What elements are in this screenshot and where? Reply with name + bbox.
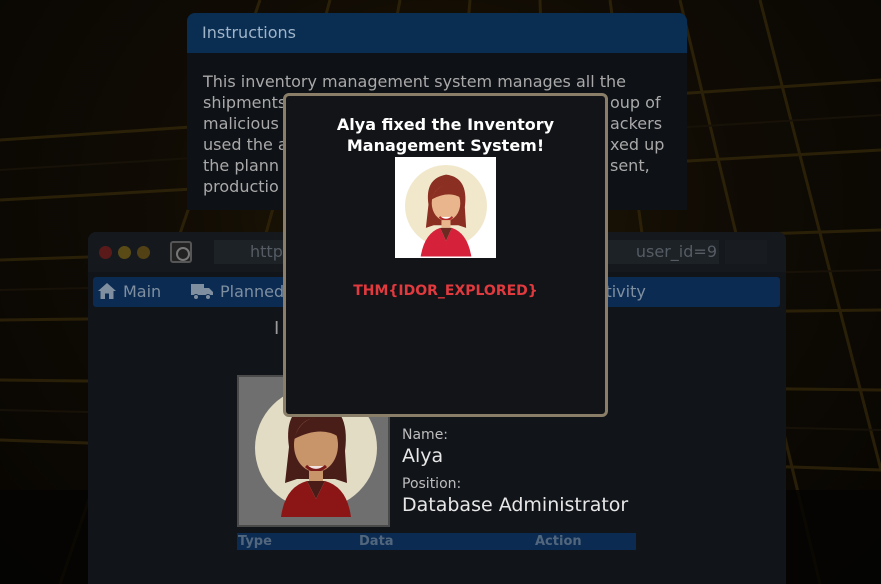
- instructions-line-2-end: oup of: [610, 93, 661, 112]
- modal-title: Alya fixed the Inventory Management Syste…: [336, 115, 555, 155]
- modal-avatar: [395, 157, 496, 258]
- page-title: I: [274, 318, 280, 339]
- nav-label-planned: Planned: [220, 282, 285, 301]
- address-bar-button[interactable]: [725, 240, 767, 264]
- instructions-line-2: shipments: [203, 93, 287, 112]
- site-favicon-icon: [170, 241, 192, 263]
- activity-table-header: Type Data Action: [237, 533, 636, 550]
- maximize-window-button[interactable]: [137, 246, 150, 259]
- modal-avatar-woman-icon: [420, 174, 472, 257]
- nav-item-planned[interactable]: Planned: [190, 277, 284, 307]
- column-header-data: Data: [359, 534, 394, 549]
- truck-icon: [191, 284, 213, 300]
- instructions-line-5-end: sent,: [610, 156, 650, 175]
- name-value: Alya: [402, 445, 444, 467]
- instructions-line-3: malicious: [203, 114, 279, 133]
- instructions-line-5: the plann: [203, 156, 280, 175]
- url-suffix: user_id=9: [635, 242, 717, 261]
- instructions-line-6: productio: [203, 177, 279, 196]
- name-label: Name:: [402, 427, 449, 443]
- flag-text: THM{IDOR_EXPLORED}: [353, 283, 538, 299]
- instructions-line-3-end: ackers: [610, 114, 663, 133]
- url-prefix: http: [250, 242, 283, 261]
- instructions-header: Instructions: [187, 13, 687, 53]
- instructions-body: This inventory management system manages…: [187, 53, 687, 196]
- success-modal: Alya fixed the Inventory Management Syste…: [283, 93, 608, 417]
- instructions-line-4: used the a: [203, 135, 288, 154]
- instructions-line-1: This inventory management system manages…: [203, 72, 627, 91]
- position-label: Position:: [402, 476, 462, 492]
- instructions-line-4-end: xed up: [610, 135, 665, 154]
- profile-info: Name: Alya Position: Database Administra…: [402, 427, 628, 525]
- home-icon: [98, 283, 116, 299]
- position-value: Database Administrator: [402, 494, 629, 516]
- nav-label-main: Main: [123, 282, 162, 301]
- nav-item-main[interactable]: Main: [97, 277, 161, 307]
- minimize-window-button[interactable]: [118, 246, 131, 259]
- close-window-button[interactable]: [99, 246, 112, 259]
- column-header-action: Action: [535, 534, 582, 549]
- column-header-type: Type: [238, 534, 272, 549]
